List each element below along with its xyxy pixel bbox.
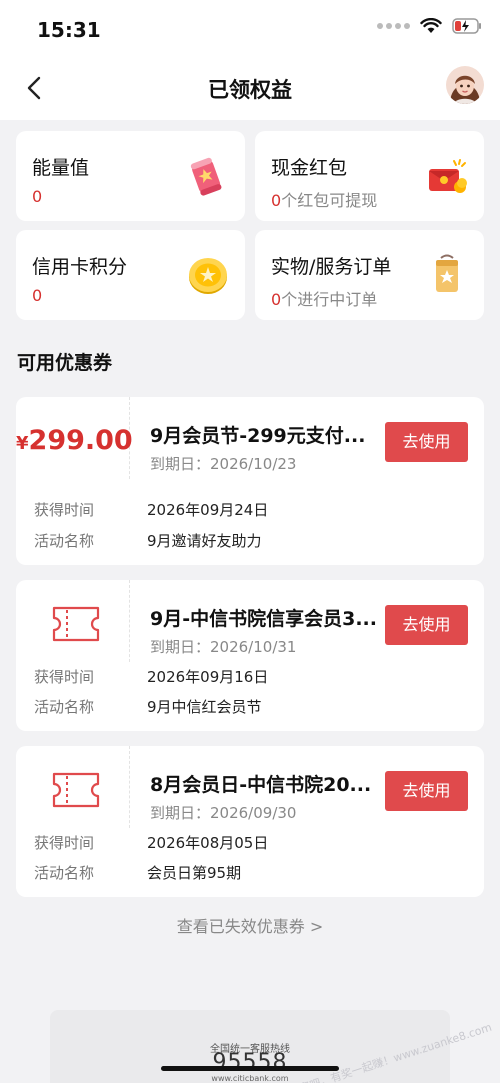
battery-charging-icon	[452, 18, 481, 34]
tile-value: 0	[32, 286, 43, 305]
tile-value-line: 0	[32, 187, 42, 206]
coupon-divider	[129, 580, 130, 662]
activity-name-value: 9月邀请好友助力	[147, 532, 262, 550]
coupon-card: ¥299.00 9月会员节-299元支付... 到期日：2026/10/23 去…	[16, 397, 484, 565]
gold-coin-icon	[189, 258, 227, 294]
tile-value: 0	[271, 191, 282, 210]
activity-name-label: 活动名称	[34, 864, 95, 882]
section-title-coupons: 可用优惠券	[17, 352, 113, 374]
energy-scroll-icon	[190, 157, 222, 196]
currency-symbol: ¥	[16, 433, 29, 454]
status-time: 15:31	[37, 18, 101, 42]
tile-credit-points[interactable]: 信用卡积分 0	[16, 230, 245, 320]
tile-title: 能量值	[32, 157, 90, 179]
tile-value: 0	[271, 290, 282, 309]
tile-title: 信用卡积分	[32, 256, 128, 278]
obtained-time-label: 获得时间	[34, 834, 95, 852]
ticket-icon	[52, 606, 100, 642]
use-coupon-button[interactable]: 去使用	[385, 605, 468, 645]
tile-suffix: 个进行中订单	[281, 290, 378, 309]
tile-title: 现金红包	[271, 157, 348, 179]
avatar[interactable]	[446, 66, 484, 104]
home-indicator	[161, 1066, 339, 1071]
obtained-time-label: 获得时间	[34, 501, 95, 519]
tile-suffix: 个红包可提现	[281, 191, 378, 210]
coupon-card: 8月会员日-中信书院20... 到期日：2026/09/30 去使用 获得时间 …	[16, 746, 484, 897]
ticket-icon	[52, 772, 100, 808]
page-title: 已领权益	[208, 78, 292, 102]
coupon-name: 9月会员节-299元支付...	[150, 425, 366, 447]
activity-name-value: 会员日第95期	[147, 864, 242, 882]
view-expired-coupons-link[interactable]: 查看已失效优惠券 >	[0, 913, 500, 937]
tile-value-line: 0个进行中订单	[271, 286, 377, 310]
tile-orders[interactable]: 实物/服务订单 0个进行中订单	[255, 230, 484, 320]
coupon-expiry: 到期日：2026/09/30	[150, 804, 297, 822]
coupon-divider	[129, 746, 130, 828]
tile-title: 实物/服务订单	[271, 256, 392, 278]
coupon-name: 9月-中信书院信享会员3...	[150, 608, 377, 630]
obtained-time-value: 2026年09月16日	[147, 668, 269, 686]
activity-name-label: 活动名称	[34, 698, 95, 716]
red-envelope-icon	[429, 159, 467, 193]
tile-energy[interactable]: 能量值 0	[16, 131, 245, 221]
activity-name-label: 活动名称	[34, 532, 95, 550]
order-bag-icon	[436, 254, 458, 292]
tile-value-line: 0个红包可提现	[271, 187, 377, 211]
status-bar: 15:31	[0, 0, 500, 56]
obtained-time-label: 获得时间	[34, 668, 95, 686]
tile-value-line: 0	[32, 286, 42, 305]
wifi-icon	[420, 18, 442, 33]
coupon-amount: ¥299.00	[16, 425, 133, 456]
tile-value: 0	[32, 187, 43, 206]
bank-url: www.citicbank.com	[211, 1074, 289, 1083]
coupon-amount-value: 299.00	[28, 425, 133, 456]
obtained-time-value: 2026年09月24日	[147, 501, 269, 519]
activity-name-value: 9月中信红会员节	[147, 698, 262, 716]
avatar-image	[446, 66, 484, 104]
coupon-name: 8月会员日-中信书院20...	[150, 774, 372, 796]
tile-cash-red-envelope[interactable]: 现金红包 0个红包可提现	[255, 131, 484, 221]
coupon-card: 9月-中信书院信享会员3... 到期日：2026/10/31 去使用 获得时间 …	[16, 580, 484, 731]
coupon-expiry: 到期日：2026/10/31	[150, 638, 297, 656]
obtained-time-value: 2026年08月05日	[147, 834, 269, 852]
signal-icon	[377, 23, 410, 29]
nav-bar: 已领权益	[0, 56, 500, 120]
status-icons	[377, 18, 482, 34]
use-coupon-button[interactable]: 去使用	[385, 422, 468, 462]
coupon-expiry: 到期日：2026/10/23	[150, 455, 297, 473]
use-coupon-button[interactable]: 去使用	[385, 771, 468, 811]
